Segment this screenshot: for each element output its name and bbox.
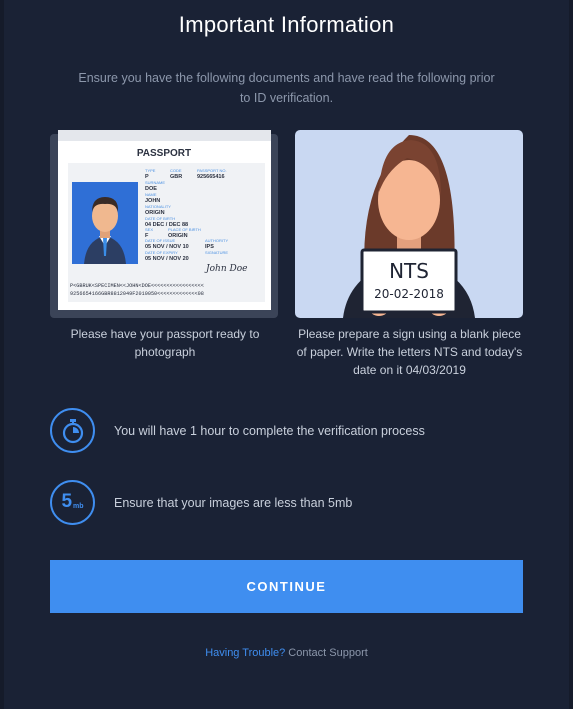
svg-text:JOHN: JOHN <box>145 198 160 204</box>
svg-text:DOE: DOE <box>145 186 157 192</box>
file-size-row: 5 mb Ensure that your images are less tha… <box>50 480 352 525</box>
svg-text:TYPE: TYPE <box>145 168 156 173</box>
file-size-text: Ensure that your images are less than 5m… <box>114 495 353 510</box>
svg-text:NAME: NAME <box>145 192 157 197</box>
svg-text:925665416: 925665416 <box>197 174 225 180</box>
left-edge <box>0 0 4 709</box>
svg-text:P: P <box>145 174 149 180</box>
svg-text:AUTHORITY: AUTHORITY <box>205 238 228 243</box>
svg-text:CODE: CODE <box>170 168 182 173</box>
passport-title: PASSPORT <box>137 148 191 159</box>
passport-signature: John Doe <box>204 264 247 274</box>
file-size-icon: 5 mb <box>50 480 95 525</box>
svg-text:DATE OF EXPIRY: DATE OF EXPIRY <box>145 250 178 255</box>
passport-mrz-line1: P<GBRUK<SPECIMEN<<JOHN<DOE<<<<<<<<<<<<<<… <box>70 283 204 289</box>
svg-text:04 DEC / DEC 88: 04 DEC / DEC 88 <box>145 222 188 228</box>
page-subtitle: Ensure you have the following documents … <box>78 71 495 105</box>
svg-text:05 NOV / NOV 20: 05 NOV / NOV 20 <box>145 256 189 262</box>
sign-text-line1: NTS <box>389 259 429 283</box>
sign-caption: Please prepare a sign using a blank piec… <box>296 327 523 377</box>
svg-text:ORIGIN: ORIGIN <box>145 210 165 216</box>
svg-text:SIGNATURE: SIGNATURE <box>205 250 228 255</box>
passport-caption: Please have your passport ready to photo… <box>70 327 260 359</box>
passport-mrz-line2: 9256654166GBR8812049F2010050<<<<<<<<<<<<… <box>70 291 204 297</box>
svg-text:GBR: GBR <box>170 174 182 180</box>
file-size-icon-number: 5 <box>61 490 73 512</box>
svg-text:SURNAME: SURNAME <box>145 180 165 185</box>
passport-illustration: PASSPORT TYPE CODE PASSPORT NO. SURNAME … <box>50 130 278 318</box>
svg-text:DATE OF BIRTH: DATE OF BIRTH <box>145 216 175 221</box>
help-footer: Having Trouble? Contact Support <box>0 647 573 659</box>
svg-text:IPS: IPS <box>205 244 214 250</box>
svg-text:05 NOV / NOV 10: 05 NOV / NOV 10 <box>145 244 189 250</box>
sign-illustration: NTS 20-02-2018 <box>295 130 523 318</box>
having-trouble-link[interactable]: Having Trouble? <box>205 647 285 659</box>
right-edge <box>569 0 573 709</box>
svg-text:NATIONALITY: NATIONALITY <box>145 204 171 209</box>
svg-text:PASSPORT NO.: PASSPORT NO. <box>197 168 227 173</box>
time-limit-row: You will have 1 hour to complete the ver… <box>50 408 425 453</box>
svg-text:ORIGIN: ORIGIN <box>168 233 188 239</box>
continue-button[interactable]: CONTINUE <box>50 560 523 613</box>
sign-text-line2: 20-02-2018 <box>374 287 444 301</box>
passport-photo <box>72 182 138 264</box>
stopwatch-icon <box>50 408 95 453</box>
contact-support-text: Contact Support <box>288 647 368 659</box>
page-title: Important Information <box>178 12 395 37</box>
time-limit-text: You will have 1 hour to complete the ver… <box>114 423 425 438</box>
file-size-icon-unit: mb <box>73 503 84 510</box>
